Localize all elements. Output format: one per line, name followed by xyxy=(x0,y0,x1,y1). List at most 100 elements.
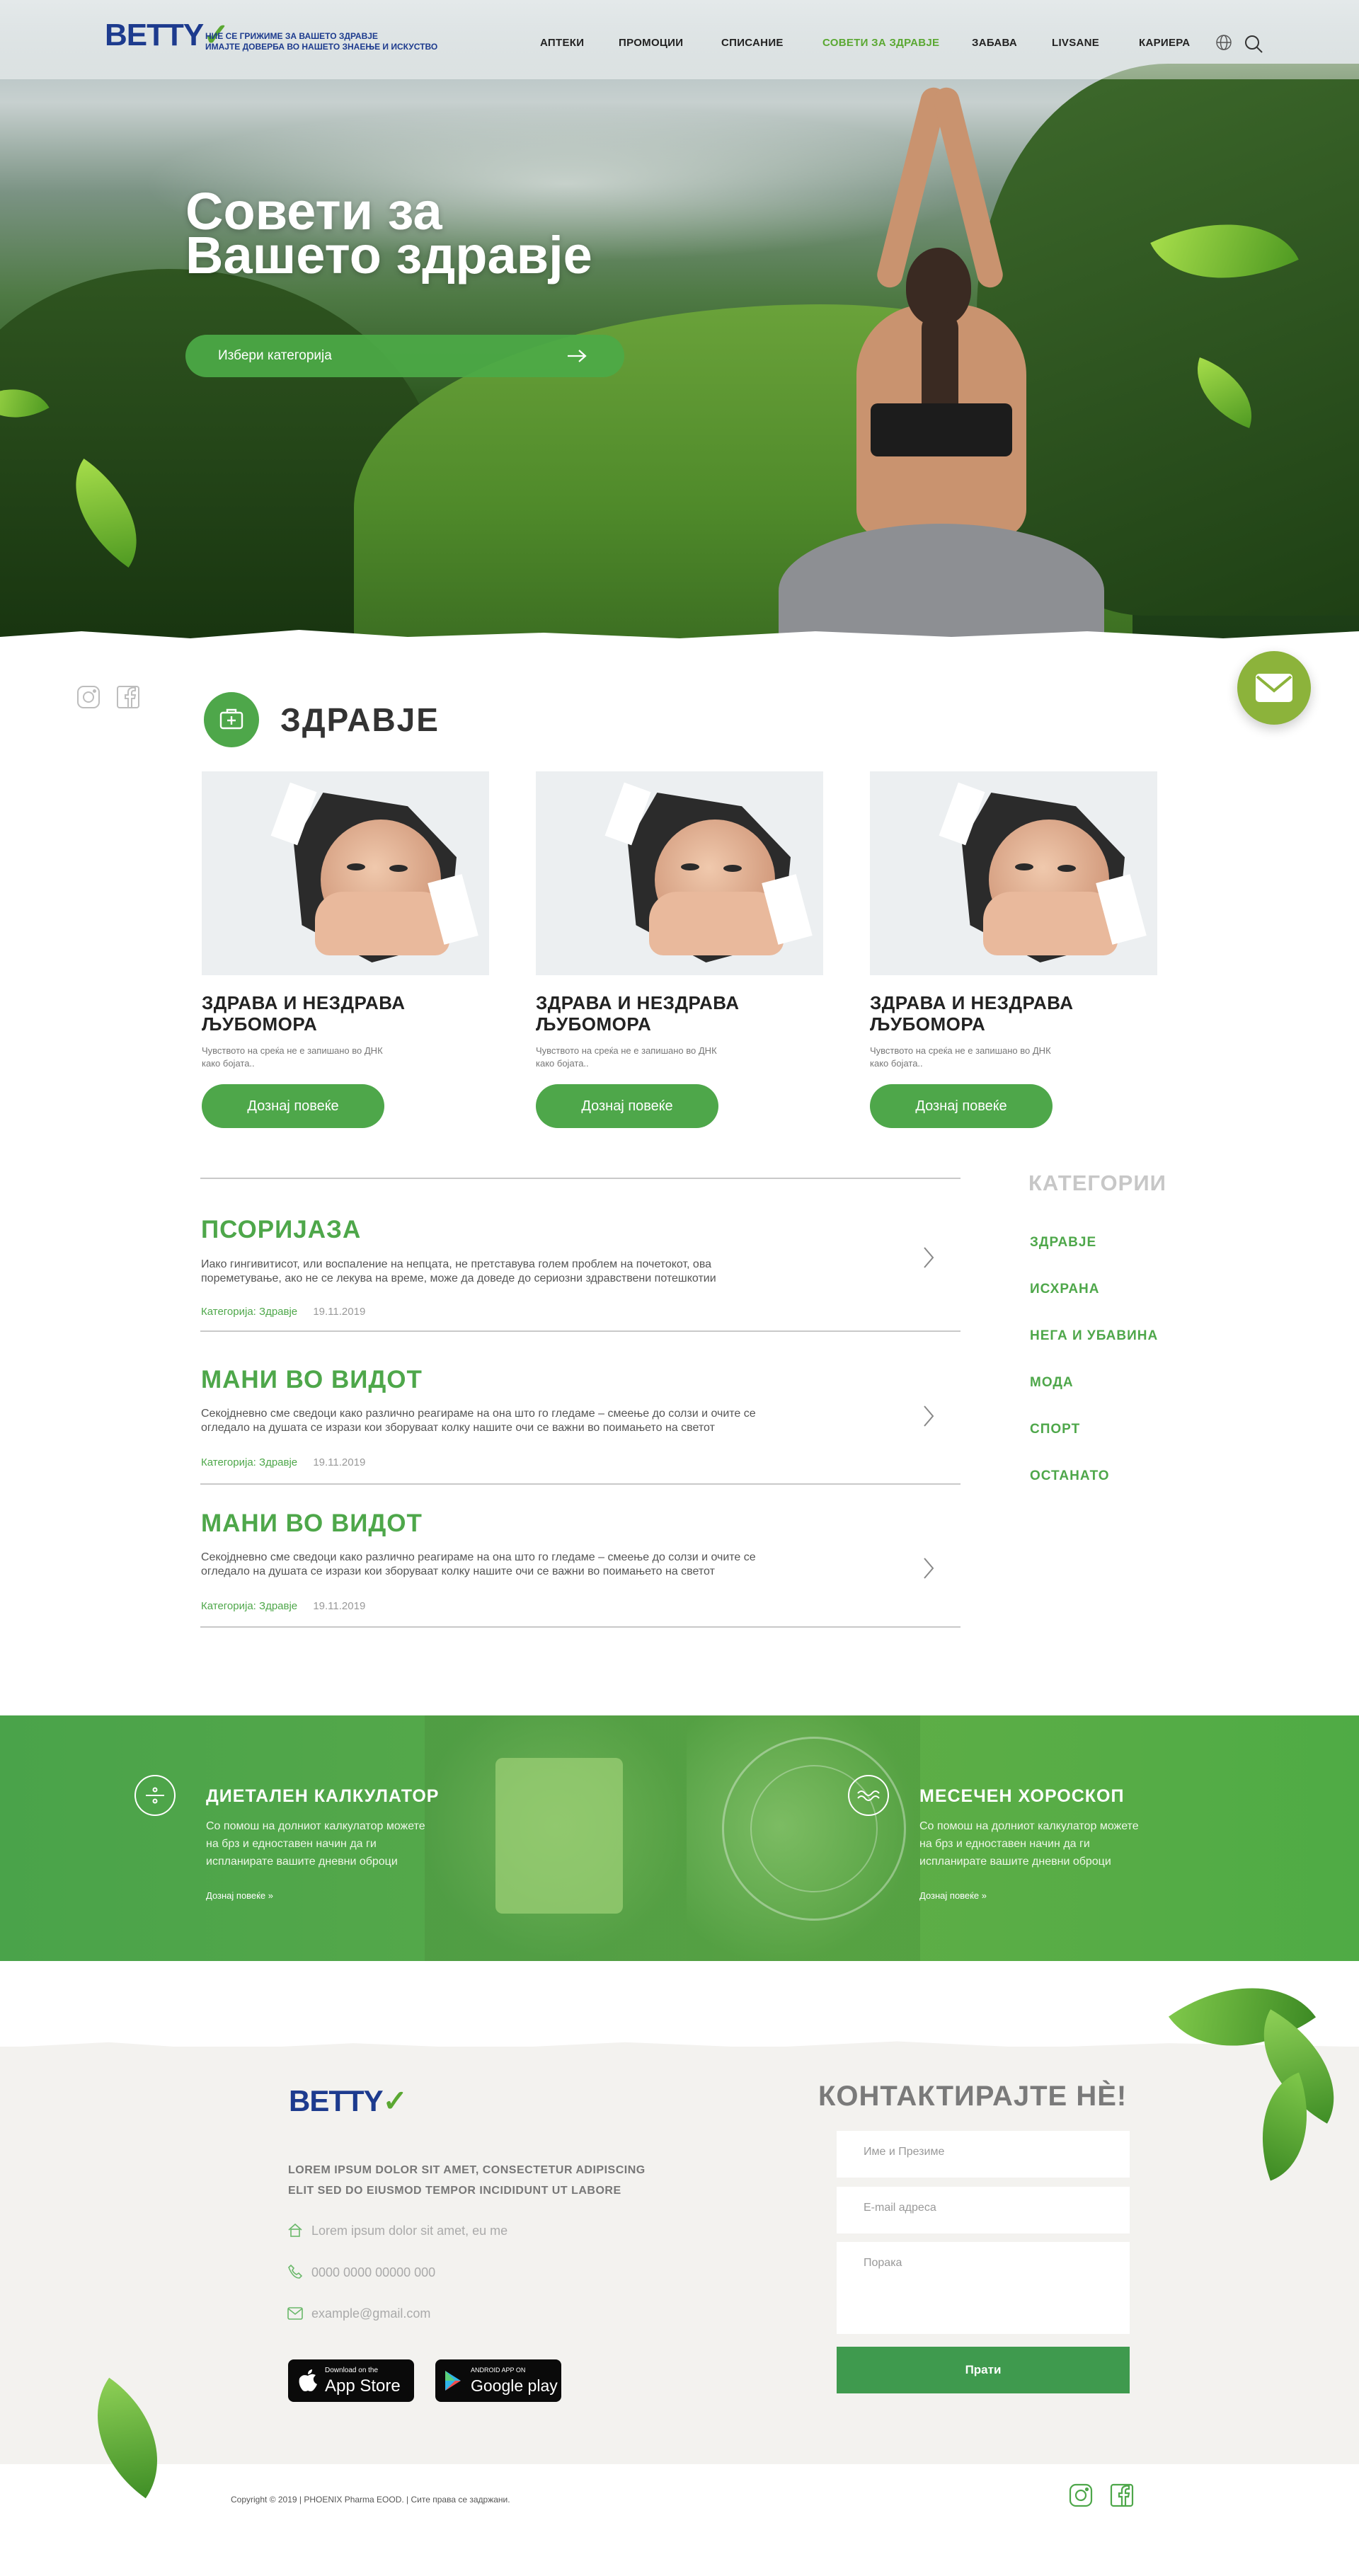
divider xyxy=(200,1626,961,1628)
article-date: 19.11.2019 xyxy=(313,1456,366,1468)
double-chevron-icon: » xyxy=(268,1890,273,1901)
card-title[interactable]: ЗДРАВА И НЕЗДРАВА ЉУБОМОРА xyxy=(870,992,1160,1035)
footer-about: LOREM IPSUM DOLOR SIT AMET, CONSECTETUR … xyxy=(288,2164,646,2197)
hero-banner: BETTY✓ НИЕ СЕ ГРИЖИМЕ ЗА ВАШЕТО ЗДРАВЈЕ … xyxy=(0,0,1359,640)
email-field[interactable]: E-mail адреса xyxy=(837,2187,1130,2233)
learn-more-link[interactable]: Дознај повеќе » xyxy=(919,1890,987,1901)
article-title[interactable]: МАНИ ВО ВИДОТ xyxy=(201,1366,423,1394)
apple-icon xyxy=(298,2368,318,2396)
first-aid-icon xyxy=(204,692,259,747)
chevron-right-icon[interactable] xyxy=(922,1556,936,1584)
play-icon xyxy=(444,2369,462,2396)
card-description: Чувството на среќа не е запишано во ДНК … xyxy=(870,1045,1051,1069)
wave-icon xyxy=(848,1775,889,1816)
footer-email[interactable]: example@gmail.com xyxy=(311,2306,430,2321)
chevron-right-icon[interactable] xyxy=(922,1246,936,1273)
article-meta: Категорија: Здравје 19.11.2019 xyxy=(201,1456,365,1468)
message-field[interactable]: Порака xyxy=(837,2242,1130,2334)
learn-more-button[interactable]: Дознај повеќе xyxy=(870,1084,1053,1128)
category-link-nega-i-ubavina[interactable]: НЕГА И УБАВИНА xyxy=(1030,1328,1158,1344)
divider xyxy=(200,1330,961,1332)
copyright: Copyright © 2019 | PHOENIX Pharma EOOD. … xyxy=(231,2495,510,2505)
categories-title: КАТЕГОРИИ xyxy=(1028,1171,1166,1195)
chevron-right-icon[interactable] xyxy=(922,1404,936,1432)
section-title: ЗДРАВЈЕ xyxy=(280,701,440,738)
footer xyxy=(0,2047,1359,2464)
category-select-label: Избери категорија xyxy=(218,348,332,363)
tool-title[interactable]: МЕСЕЧЕН ХОРОСКОП xyxy=(919,1786,1124,1807)
mail-button[interactable] xyxy=(1237,651,1311,725)
article-title[interactable]: МАНИ ВО ВИДОТ xyxy=(201,1510,423,1538)
nav-livsane[interactable]: LIVSANE xyxy=(1052,37,1099,49)
article-date: 19.11.2019 xyxy=(313,1306,366,1318)
article-meta: Категорија: Здравје 19.11.2019 xyxy=(201,1306,365,1318)
article-excerpt: Секојдневно сме сведоци како различно ре… xyxy=(201,1551,756,1577)
article-category[interactable]: Категорија: Здравје xyxy=(201,1456,297,1468)
globe-icon[interactable] xyxy=(1215,34,1232,54)
article-category[interactable]: Категорија: Здравје xyxy=(201,1600,297,1612)
card-title[interactable]: ЗДРАВА И НЕЗДРАВА ЉУБОМОРА xyxy=(202,992,492,1035)
category-link-moda[interactable]: МОДА xyxy=(1030,1375,1074,1391)
category-select[interactable]: Избери категорија xyxy=(185,335,624,377)
hero-yoga-woman xyxy=(779,78,1104,640)
article-title[interactable]: ПСОРИЈАЗА xyxy=(201,1216,361,1244)
hero-title: Совети за Вашето здравје xyxy=(185,182,592,284)
article-meta: Категорија: Здравје 19.11.2019 xyxy=(201,1600,365,1612)
double-chevron-icon: » xyxy=(981,1890,987,1901)
nav-soveti-za-zdravje[interactable]: СОВЕТИ ЗА ЗДРАВЈЕ xyxy=(822,37,939,49)
facebook-icon[interactable] xyxy=(1110,2483,1134,2511)
site-header: BETTY✓ НИЕ СЕ ГРИЖИМЕ ЗА ВАШЕТО ЗДРАВЈЕ … xyxy=(0,0,1359,79)
nav-apteki[interactable]: АПТЕКИ xyxy=(540,37,584,49)
envelope-icon xyxy=(287,2307,303,2323)
nav-promocii[interactable]: ПРОМОЦИИ xyxy=(619,37,683,49)
phone-icon xyxy=(287,2264,303,2283)
tools-band: ДИЕТАЛЕН КАЛКУЛАТОР Со помош на долниот … xyxy=(0,1715,1359,1961)
card-description: Чувството на среќа не е запишано во ДНК … xyxy=(202,1045,383,1069)
contact-title: КОНТАКТИРАЈТЕ НÈ! xyxy=(818,2081,1128,2112)
learn-more-button[interactable]: Дознај повеќе xyxy=(536,1084,718,1128)
search-icon[interactable] xyxy=(1244,34,1263,57)
footer-phone[interactable]: 0000 0000 00000 000 xyxy=(311,2265,435,2280)
nav-zabava[interactable]: ЗАБАВА xyxy=(972,37,1017,49)
google-play-button[interactable]: ANDROID APP ON Google play xyxy=(435,2359,561,2402)
article-excerpt: Иако гингивитисот, или воспаление на неп… xyxy=(201,1258,716,1284)
instagram-icon[interactable] xyxy=(76,685,101,713)
calculator-image xyxy=(495,1758,623,1914)
nav-kariera[interactable]: КАРИЕРА xyxy=(1139,37,1190,49)
article-category[interactable]: Категорија: Здравје xyxy=(201,1306,297,1318)
learn-more-button[interactable]: Дознај повеќе xyxy=(202,1084,384,1128)
card-image[interactable] xyxy=(536,771,823,975)
nav-spisanie[interactable]: СПИСАНИЕ xyxy=(721,37,784,49)
article-card: ЗДРАВА И НЕЗДРАВА ЉУБОМОРА Чувството на … xyxy=(202,771,492,1128)
tool-title[interactable]: ДИЕТАЛЕН КАЛКУЛАТОР xyxy=(206,1786,440,1807)
app-store-button[interactable]: Download on the App Store xyxy=(288,2359,414,2402)
divider xyxy=(200,1178,961,1179)
card-title[interactable]: ЗДРАВА И НЕЗДРАВА ЉУБОМОРА xyxy=(536,992,826,1035)
instagram-icon[interactable] xyxy=(1069,2483,1093,2511)
tool-description: Со помош на долниот калкулатор можете на… xyxy=(206,1820,425,1868)
footer-logo[interactable]: BETTY✓ xyxy=(289,2083,408,2118)
category-link-ishrana[interactable]: ИСХРАНА xyxy=(1030,1282,1100,1297)
header-tagline: НИЕ СЕ ГРИЖИМЕ ЗА ВАШЕТО ЗДРАВЈЕ ИМАЈТЕ … xyxy=(205,31,438,52)
article-card: ЗДРАВА И НЕЗДРАВА ЉУБОМОРА Чувството на … xyxy=(536,771,826,1128)
article-date: 19.11.2019 xyxy=(313,1600,366,1612)
scale-icon xyxy=(134,1775,176,1816)
card-image[interactable] xyxy=(202,771,489,975)
article-card: ЗДРАВА И НЕЗДРАВА ЉУБОМОРА Чувството на … xyxy=(870,771,1160,1128)
category-link-zdravje[interactable]: ЗДРАВЈЕ xyxy=(1030,1235,1096,1250)
envelope-icon xyxy=(1256,674,1292,706)
learn-more-link[interactable]: Дознај повеќе » xyxy=(206,1890,273,1901)
footer-address: Lorem ipsum dolor sit amet, eu me xyxy=(311,2224,508,2238)
category-link-sport[interactable]: СПОРТ xyxy=(1030,1422,1080,1437)
tool-description: Со помош на долниот калкулатор можете на… xyxy=(919,1820,1139,1868)
card-description: Чувството на среќа не е запишано во ДНК … xyxy=(536,1045,717,1069)
arrow-right-icon xyxy=(566,349,587,367)
card-image[interactable] xyxy=(870,771,1157,975)
divider xyxy=(200,1483,961,1485)
category-link-ostanato[interactable]: ОСТАНАТО xyxy=(1030,1468,1110,1484)
home-icon xyxy=(287,2222,303,2241)
name-field[interactable]: Име и Презиме xyxy=(837,2131,1130,2178)
facebook-icon[interactable] xyxy=(116,685,140,713)
send-button[interactable]: Прати xyxy=(837,2347,1130,2393)
article-excerpt: Секојдневно сме сведоци како различно ре… xyxy=(201,1408,756,1434)
